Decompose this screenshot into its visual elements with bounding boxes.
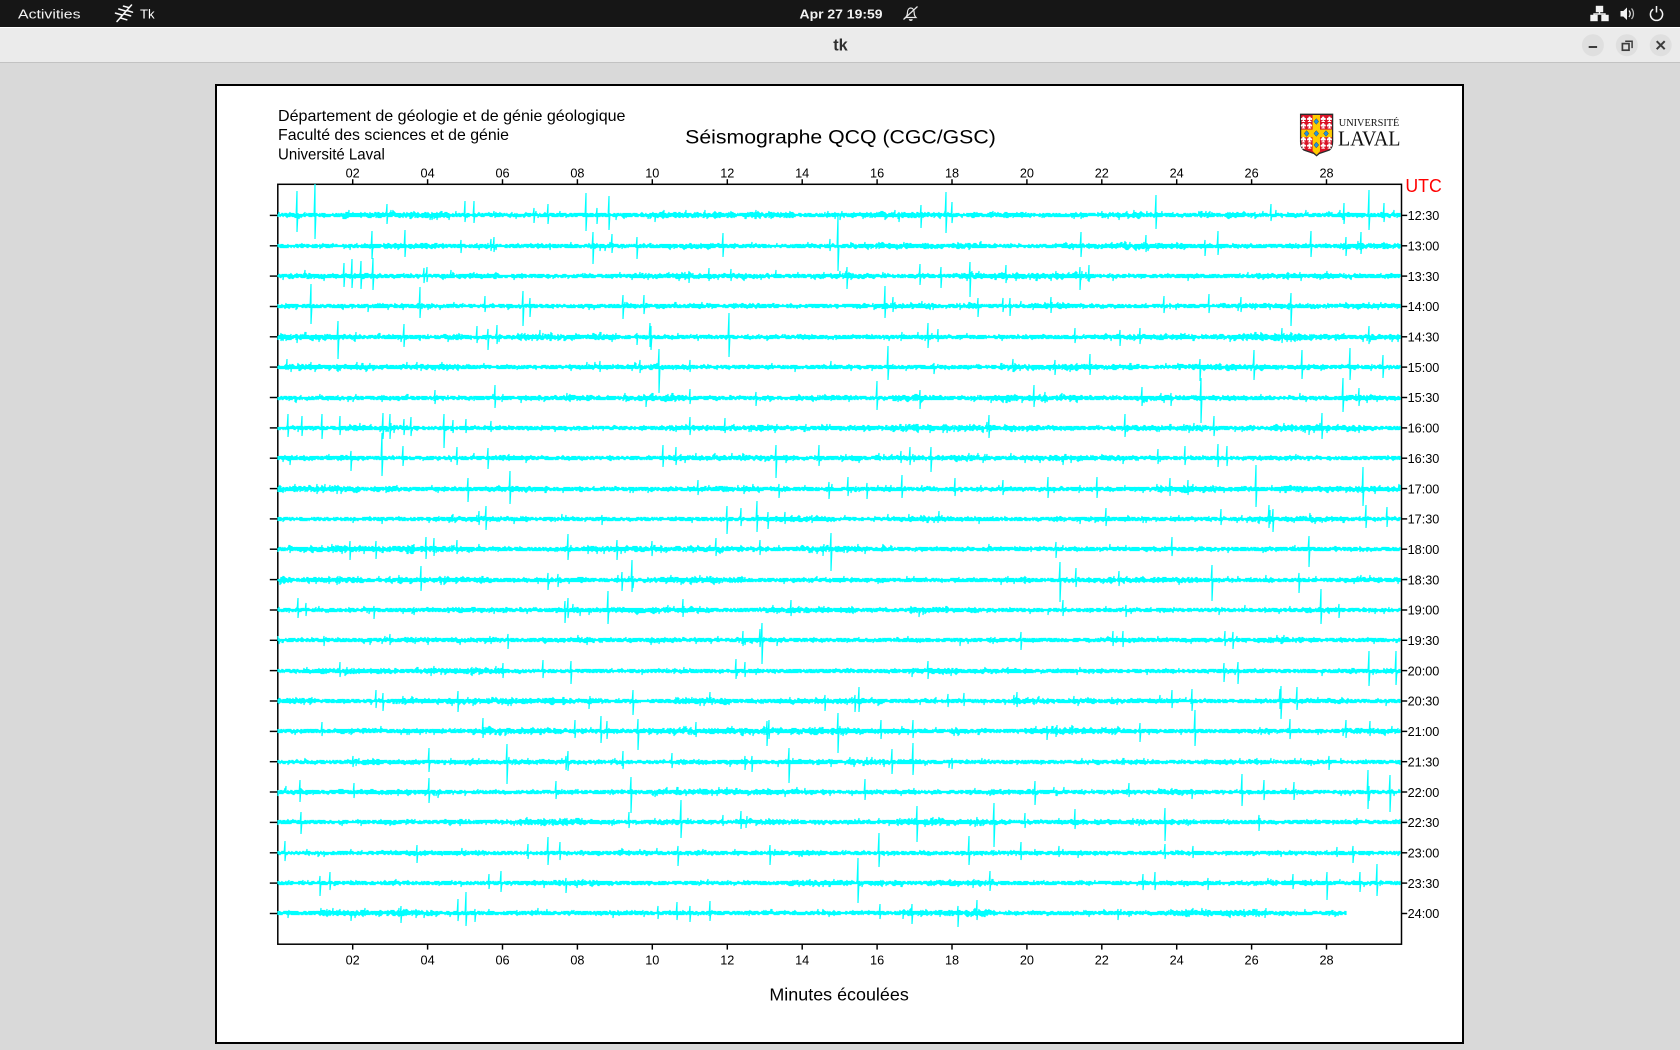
svg-text:24:00: 24:00 — [1408, 907, 1440, 921]
svg-text:10: 10 — [645, 953, 659, 967]
svg-text:24: 24 — [1170, 953, 1184, 967]
svg-text:Minutes écoulées: Minutes écoulées — [769, 985, 909, 1005]
svg-text:28: 28 — [1319, 167, 1333, 181]
svg-text:15:30: 15:30 — [1408, 391, 1440, 405]
svg-text:Apr 27 19:59: Apr 27 19:59 — [800, 7, 883, 22]
svg-text:21:30: 21:30 — [1408, 755, 1440, 769]
svg-text:20:00: 20:00 — [1408, 664, 1440, 678]
svg-text:12: 12 — [720, 953, 734, 967]
svg-text:18: 18 — [945, 167, 959, 181]
svg-text:08: 08 — [570, 953, 584, 967]
svg-text:12: 12 — [720, 167, 734, 181]
svg-text:20:30: 20:30 — [1408, 695, 1440, 709]
svg-text:22:30: 22:30 — [1408, 816, 1440, 830]
svg-text:Tk: Tk — [140, 7, 155, 22]
svg-text:06: 06 — [495, 167, 509, 181]
svg-text:17:00: 17:00 — [1408, 482, 1440, 496]
svg-text:22:00: 22:00 — [1408, 786, 1440, 800]
svg-text:16:00: 16:00 — [1408, 422, 1440, 436]
svg-text:04: 04 — [421, 167, 435, 181]
svg-text:14: 14 — [795, 167, 809, 181]
svg-text:26: 26 — [1245, 167, 1259, 181]
svg-text:LAVAL: LAVAL — [1338, 126, 1401, 150]
svg-text:18:30: 18:30 — [1408, 573, 1440, 587]
svg-text:22: 22 — [1095, 953, 1109, 967]
svg-text:06: 06 — [495, 953, 509, 967]
svg-text:Activities: Activities — [18, 7, 81, 22]
svg-text:26: 26 — [1245, 953, 1259, 967]
svg-text:18:00: 18:00 — [1408, 543, 1440, 557]
svg-text:16: 16 — [870, 167, 884, 181]
svg-text:Faculté des sciences et de gén: Faculté des sciences et de génie — [278, 127, 509, 144]
svg-text:18: 18 — [945, 953, 959, 967]
svg-text:24: 24 — [1170, 167, 1184, 181]
svg-text:20: 20 — [1020, 167, 1034, 181]
svg-text:19:00: 19:00 — [1408, 604, 1440, 618]
svg-text:20: 20 — [1020, 953, 1034, 967]
svg-text:17:30: 17:30 — [1408, 513, 1440, 527]
svg-text:UTC: UTC — [1405, 175, 1441, 196]
svg-text:15:00: 15:00 — [1408, 361, 1440, 375]
svg-text:14:30: 14:30 — [1408, 331, 1440, 345]
svg-text:14:00: 14:00 — [1408, 300, 1440, 314]
svg-text:Université Laval: Université Laval — [278, 146, 385, 163]
svg-text:12:30: 12:30 — [1408, 209, 1440, 223]
svg-text:14: 14 — [795, 953, 809, 967]
svg-text:28: 28 — [1319, 953, 1333, 967]
svg-text:13:00: 13:00 — [1408, 239, 1440, 253]
svg-text:22: 22 — [1095, 167, 1109, 181]
svg-text:02: 02 — [346, 953, 360, 967]
svg-text:21:00: 21:00 — [1408, 725, 1440, 739]
svg-text:Département de géologie et de: Département de géologie et de génie géol… — [278, 108, 626, 125]
svg-text:16:30: 16:30 — [1408, 452, 1440, 466]
svg-text:16: 16 — [870, 953, 884, 967]
svg-text:Séismographe QCQ (CGC/GSC): Séismographe QCQ (CGC/GSC) — [685, 126, 996, 148]
svg-text:tk: tk — [833, 36, 848, 54]
svg-text:13:30: 13:30 — [1408, 270, 1440, 284]
svg-text:10: 10 — [645, 167, 659, 181]
svg-text:23:30: 23:30 — [1408, 877, 1440, 891]
svg-text:23:00: 23:00 — [1408, 847, 1440, 861]
svg-text:08: 08 — [570, 167, 584, 181]
svg-text:19:30: 19:30 — [1408, 634, 1440, 648]
svg-text:04: 04 — [421, 953, 435, 967]
svg-text:02: 02 — [346, 167, 360, 181]
